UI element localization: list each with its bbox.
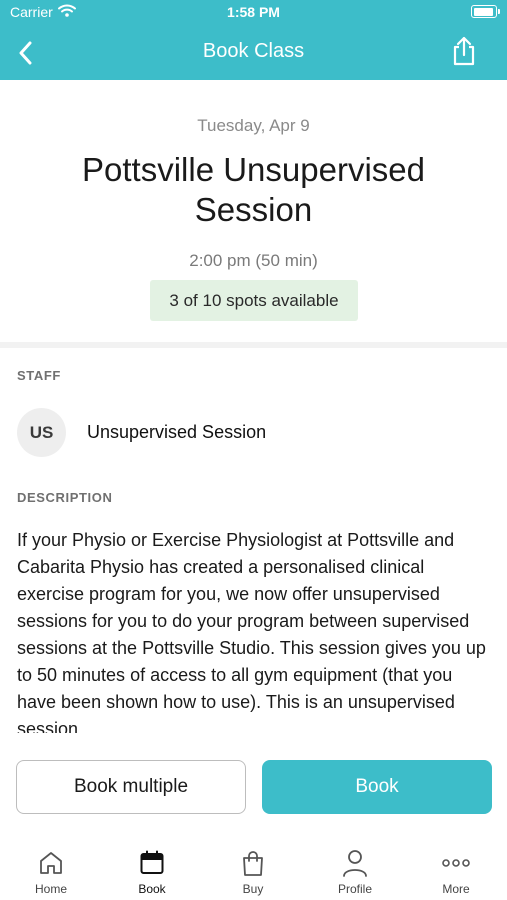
- avatar: US: [17, 408, 66, 457]
- share-icon[interactable]: [449, 34, 479, 68]
- home-icon: [11, 848, 91, 878]
- class-date: Tuesday, Apr 9: [197, 116, 310, 135]
- description-text: If your Physio or Exercise Physiologist …: [17, 530, 486, 733]
- staff-name: Unsupervised Session: [87, 422, 267, 442]
- page-title: Book Class: [202, 40, 305, 62]
- tab-book[interactable]: Book: [112, 848, 192, 896]
- tab-profile[interactable]: Profile: [315, 848, 395, 896]
- tab-label: Buy: [242, 882, 264, 896]
- calendar-icon: [112, 848, 192, 878]
- section-divider: [0, 342, 507, 348]
- tab-label: Book: [138, 882, 166, 896]
- tab-bar: Home Book Buy Profile More: [0, 838, 507, 900]
- tab-label: Home: [34, 882, 67, 896]
- person-icon: [315, 848, 395, 878]
- battery-icon: [471, 5, 500, 18]
- tab-buy[interactable]: Buy: [213, 848, 293, 896]
- status-bar: Carrier 1:58 PM: [0, 0, 507, 26]
- shopping-bag-icon: [213, 848, 293, 878]
- book-button[interactable]: Book: [262, 760, 492, 814]
- book-multiple-button[interactable]: Book multiple: [16, 760, 246, 814]
- more-icon: [416, 848, 496, 878]
- navigation-bar: Book Class: [0, 26, 507, 80]
- class-header: Tuesday, Apr 9 Pottsville Unsupervised S…: [0, 80, 507, 342]
- staff-section-label: STAFF: [17, 368, 61, 383]
- tab-more[interactable]: More: [416, 848, 496, 896]
- tab-home[interactable]: Home: [11, 848, 91, 896]
- status-time: 1:58 PM: [227, 4, 280, 20]
- spots-available-badge: 3 of 10 spots available: [150, 280, 358, 321]
- description-section-label: DESCRIPTION: [17, 490, 113, 505]
- class-title: Pottsville Unsupervised Session: [82, 151, 425, 228]
- class-time: 2:00 pm (50 min): [189, 251, 318, 270]
- tab-label: Profile: [337, 882, 372, 896]
- tab-label: More: [442, 882, 470, 896]
- staff-row[interactable]: US Unsupervised Session: [17, 408, 490, 458]
